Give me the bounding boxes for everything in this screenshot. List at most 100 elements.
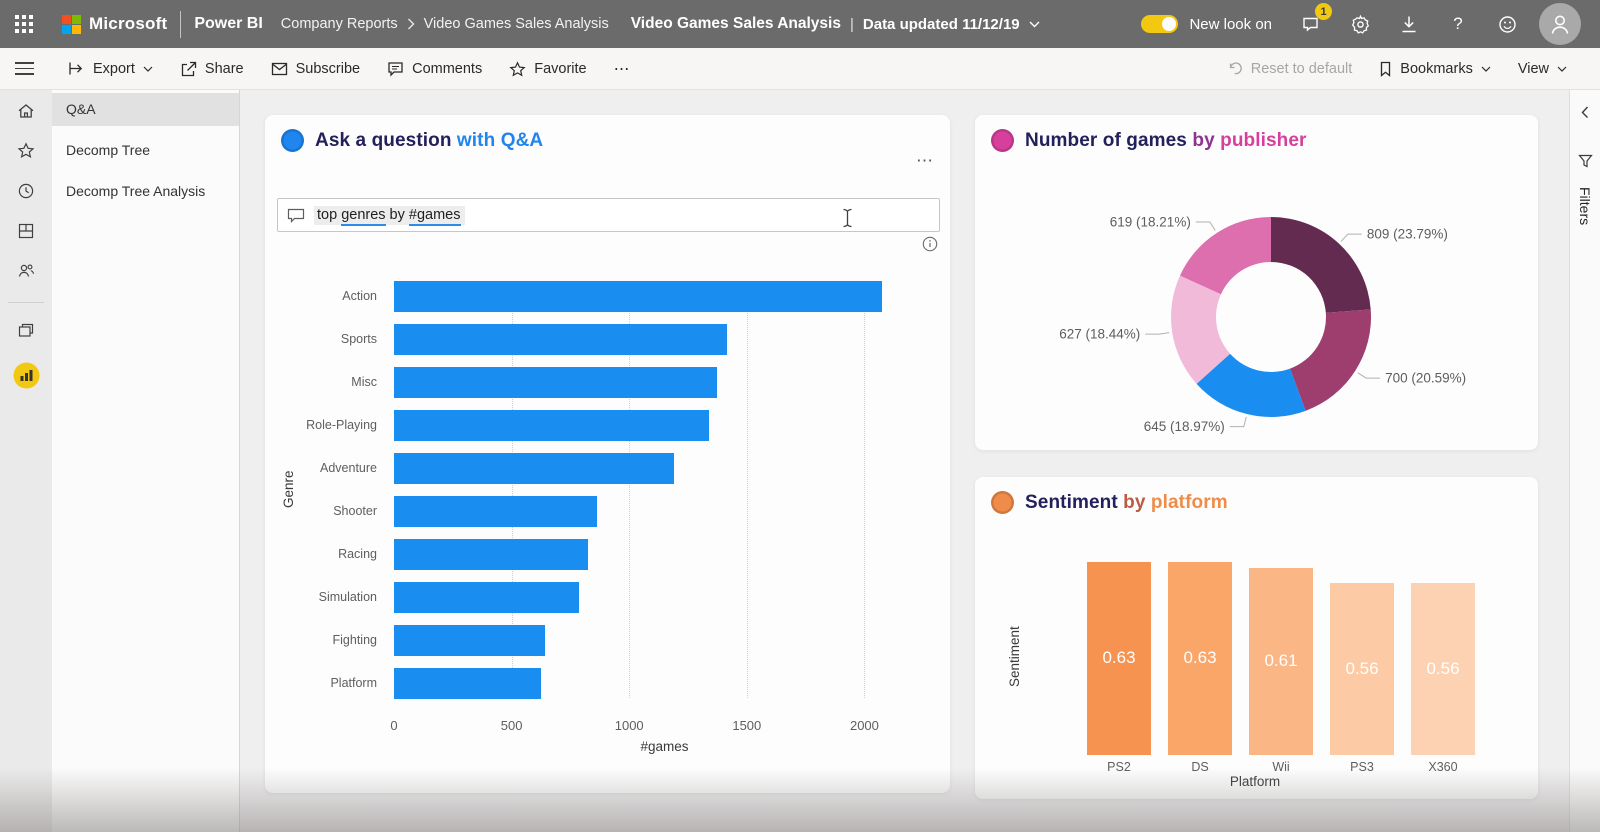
export-icon [69, 62, 83, 75]
column-value-label: 0.61 [1264, 651, 1298, 671]
bar-sports[interactable] [394, 324, 727, 355]
bar-simulation[interactable] [394, 582, 579, 613]
view-label: View [1517, 60, 1549, 77]
column-value-label: 0.56 [1345, 659, 1379, 678]
app-launcher-button[interactable] [0, 0, 48, 48]
comments-label: Comments [412, 60, 483, 77]
donut-data-label: 619 (18.21%) [1110, 214, 1191, 229]
subscribe-button[interactable]: Subscribe [271, 61, 360, 77]
export-button[interactable]: Export [68, 61, 153, 77]
favorite-button[interactable]: Favorite [509, 61, 587, 77]
bar-shooter[interactable] [394, 496, 598, 527]
settings-button[interactable] [1348, 9, 1372, 39]
sidebar-pages: Q&A Decomp Tree Decomp Tree Analysis [52, 90, 239, 208]
qa-visual-card: Ask a question with Q&A ⋯ top genres by … [265, 115, 950, 793]
current-report-nav-button[interactable] [0, 355, 52, 395]
home-icon [18, 104, 34, 118]
donut-slice-0[interactable] [1271, 217, 1371, 313]
new-look-toggle[interactable] [1141, 15, 1179, 33]
publisher-donut-chart[interactable]: 809 (23.79%) 700 (20.59%) 645 (18.97%) 627 … [975, 159, 1538, 445]
info-icon[interactable] [922, 236, 938, 255]
x-tick-label: 1500 [732, 718, 762, 733]
qa-bar-chart[interactable] [394, 281, 935, 699]
view-button[interactable]: View [1518, 61, 1567, 77]
column-value-label: 0.63 [1183, 648, 1217, 668]
x-tick-label: 500 [500, 718, 523, 733]
bar-fighting[interactable] [394, 625, 545, 656]
report-title: Video Games Sales Analysis [630, 15, 841, 32]
sentiment-dot-icon [991, 491, 1014, 514]
reset-to-default-button[interactable]: Reset to default [1227, 61, 1352, 77]
column-value-label: 0.56 [1426, 659, 1460, 678]
bookmarks-button[interactable]: Bookmarks [1379, 61, 1491, 77]
feedback-button[interactable] [1495, 9, 1519, 39]
chevron-down-icon[interactable] [1029, 21, 1040, 28]
gridline [864, 281, 866, 698]
column-ps3[interactable]: 0.56 [1330, 583, 1394, 755]
share-icon [181, 61, 197, 76]
bar-action[interactable] [394, 281, 883, 312]
toolbar-right: Reset to default Bookmarks View [1227, 61, 1600, 77]
notification-badge: 1 [1315, 3, 1332, 20]
breadcrumb-workspace[interactable]: Company Reports [281, 16, 398, 32]
column-ps2[interactable]: 0.63 [1087, 561, 1151, 755]
product-name: Power BI [194, 15, 263, 32]
bar-racing[interactable] [394, 539, 589, 570]
report-toolbar: Export Share Subscribe Comments Favorite… [0, 48, 1600, 90]
breadcrumb: Company Reports Video Games Sales Analys… [281, 16, 609, 32]
column-category-label: Wii [1272, 760, 1290, 774]
qa-question-input[interactable]: top genres by #games [277, 198, 940, 232]
category-label: Fighting [332, 633, 377, 647]
filters-pane-collapsed[interactable]: Filters [1569, 90, 1600, 832]
recognized-term: genres [341, 206, 386, 226]
bar-platform[interactable] [394, 668, 541, 699]
topbar-actions: New look on 1 ? [1141, 3, 1600, 45]
column-category-label: DS [1191, 760, 1209, 774]
bookmark-icon [1381, 61, 1391, 77]
notifications-button[interactable]: 1 [1299, 3, 1332, 39]
sidebar-page-item[interactable]: Q&A [52, 93, 239, 126]
donut-data-label: 627 (18.44%) [1059, 327, 1140, 342]
sidebar-page-item[interactable]: Decomp Tree Analysis [52, 175, 239, 208]
label-leader-line [1195, 221, 1216, 231]
export-label: Export [93, 60, 135, 77]
category-label: Simulation [318, 590, 377, 604]
qa-x-axis-ticks: 0 500 1000 1500 2000 [390, 718, 935, 734]
more-options-button[interactable]: ⋯ [614, 59, 631, 79]
download-button[interactable] [1397, 9, 1421, 39]
bar-role-playing[interactable] [394, 410, 710, 441]
data-updated-label[interactable]: Data updated 11/12/19 [863, 16, 1020, 33]
recent-nav-button[interactable] [0, 171, 52, 211]
nav-pane-toggle-button[interactable] [15, 57, 39, 81]
column-x360[interactable]: 0.56 [1411, 583, 1475, 755]
apps-nav-button[interactable] [0, 311, 52, 351]
donut-slice-1[interactable] [1290, 309, 1371, 411]
microsoft-logo-icon [62, 14, 81, 34]
publisher-dot-icon [991, 129, 1014, 152]
person-icon [1551, 15, 1569, 34]
category-label: Platform [330, 676, 377, 690]
qa-more-options-button[interactable]: ⋯ [916, 151, 934, 171]
category-label: Action [342, 289, 377, 303]
sidebar-page-item[interactable]: Decomp Tree [52, 134, 239, 167]
breadcrumb-report[interactable]: Video Games Sales Analysis [424, 16, 609, 32]
download-icon [1402, 16, 1416, 32]
bar-misc[interactable] [394, 367, 718, 398]
workspaces-nav-button[interactable] [0, 211, 52, 251]
column-wii[interactable]: 0.61 [1249, 567, 1313, 755]
help-button[interactable]: ? [1446, 9, 1470, 39]
x-tick-label: 2000 [849, 718, 879, 733]
bar-adventure[interactable] [394, 453, 674, 484]
share-button[interactable]: Share [180, 61, 244, 77]
favorites-nav-button[interactable] [0, 131, 52, 171]
subscribe-label: Subscribe [295, 60, 361, 77]
comments-button[interactable]: Comments [387, 61, 482, 77]
shared-with-me-nav-button[interactable] [0, 251, 52, 291]
expand-filters-chevron[interactable] [1581, 106, 1589, 122]
stacked-windows-icon [18, 323, 34, 337]
column-ds[interactable]: 0.63 [1168, 561, 1232, 755]
home-nav-button[interactable] [0, 91, 52, 131]
donut-data-label: 809 (23.79%) [1367, 227, 1448, 242]
label-leader-line [1340, 233, 1362, 242]
account-avatar[interactable] [1539, 3, 1581, 45]
